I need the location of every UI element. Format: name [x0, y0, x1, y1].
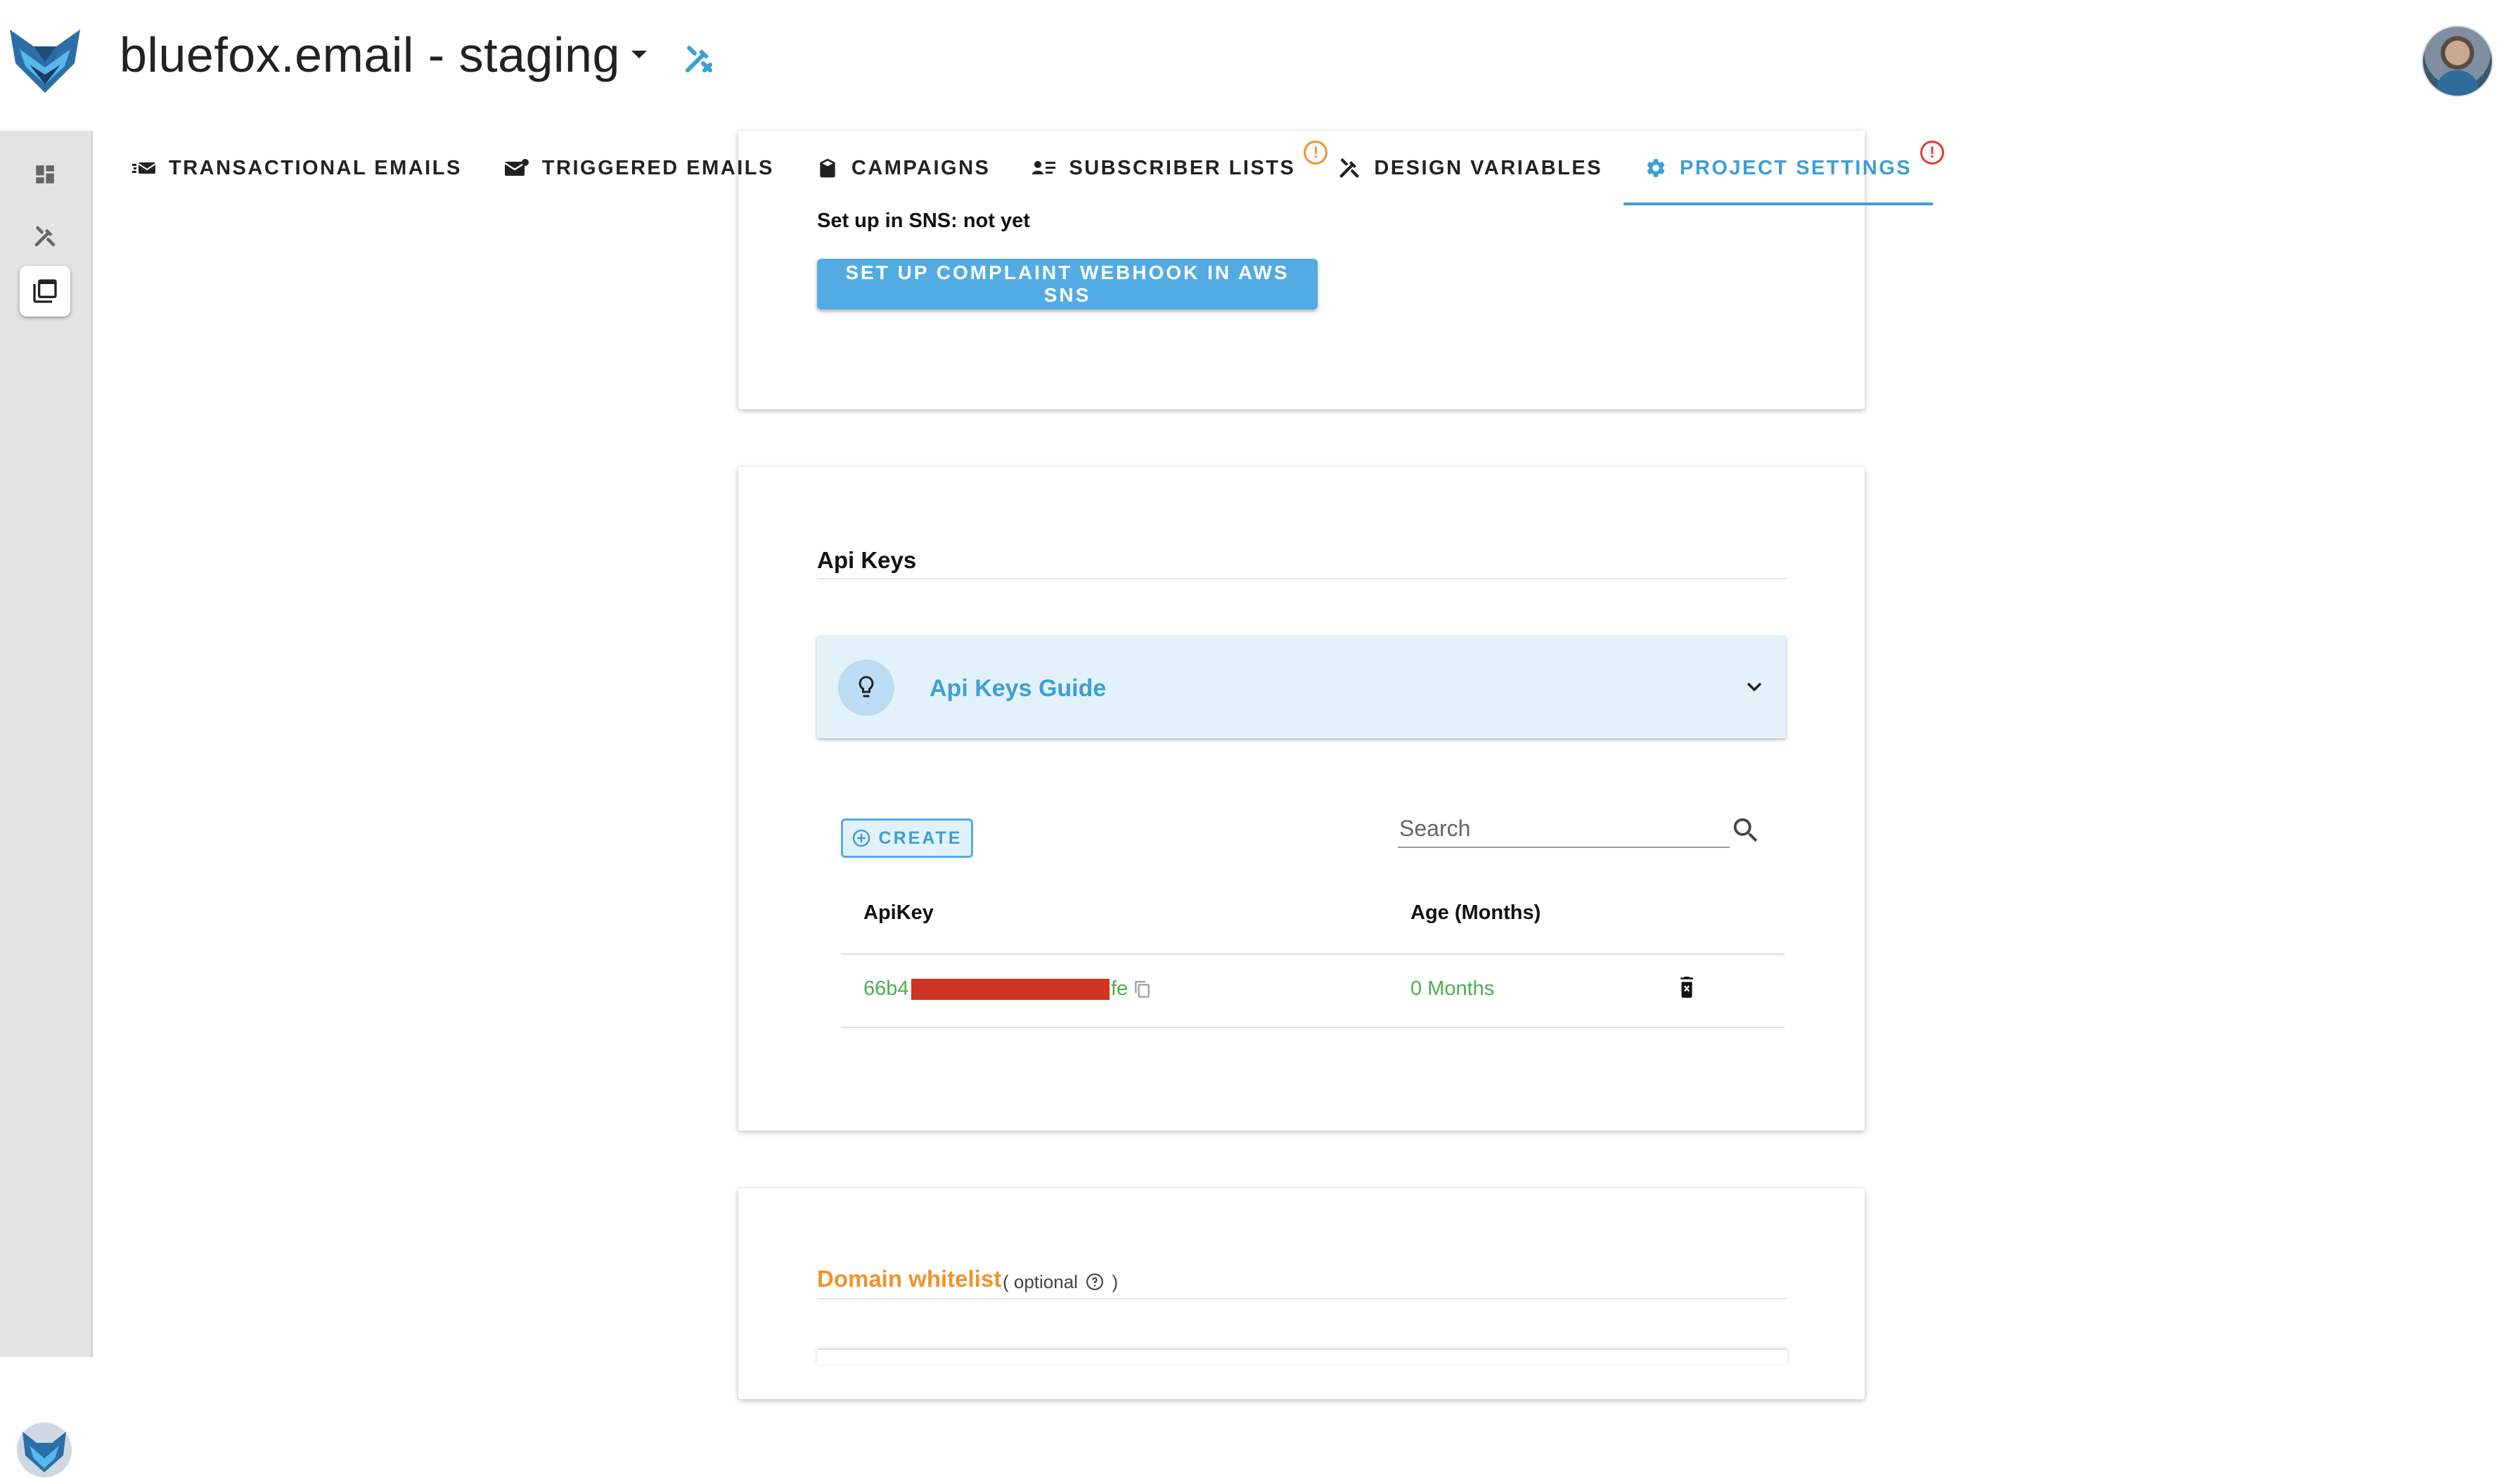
- api-key-suffix: fe: [1111, 977, 1129, 1000]
- sns-status-text: Set up in SNS: not yet: [817, 210, 1030, 232]
- tab-label: Subscriber Lists: [1069, 156, 1296, 179]
- app-header: bluefox.email - staging: [0, 0, 2520, 127]
- optional-hint-close: ): [1112, 1271, 1119, 1292]
- whitelist-panel-edge: [817, 1350, 1787, 1364]
- tab-label: Project Settings: [1680, 156, 1912, 179]
- tab-label: Design Variables: [1374, 156, 1603, 179]
- domain-whitelist-card: Domain whitelist ( optional ): [738, 1188, 1865, 1399]
- chevron-down-icon: [1747, 682, 1762, 692]
- project-settings-warning-icon: !: [1920, 141, 1945, 165]
- table-row-divider: [841, 1027, 1785, 1028]
- optional-hint: ( optional ): [1003, 1271, 1118, 1293]
- api-keys-card: Api Keys Api Keys Guide Create ApiKey Ag…: [738, 467, 1865, 1131]
- domain-whitelist-title: Domain whitelist: [817, 1266, 1002, 1292]
- sidebar-item-projects[interactable]: [20, 266, 70, 316]
- subscriber-list-icon: [1032, 161, 1056, 174]
- bluefox-logo-icon[interactable]: [14, 1422, 75, 1478]
- api-keys-guide-expander[interactable]: Api Keys Guide: [817, 636, 1786, 738]
- redacted-key-segment: [911, 979, 1110, 1000]
- dashboard-icon: [36, 165, 54, 184]
- sidebar: [0, 131, 93, 1477]
- transactional-email-icon: [132, 162, 156, 174]
- column-header-age[interactable]: Age (Months): [1410, 901, 1541, 925]
- sidebar-item-dashboard[interactable]: [20, 149, 70, 200]
- column-header-apikey[interactable]: ApiKey: [863, 901, 934, 925]
- tab-subscriber-lists[interactable]: Subscriber Lists !: [1011, 131, 1328, 205]
- tab-label: Campaigns: [851, 156, 991, 179]
- create-api-key-button[interactable]: Create: [841, 818, 973, 858]
- design-tools-icon: [1339, 158, 1359, 178]
- section-divider: [817, 578, 1787, 579]
- optional-hint-text: ( optional: [1003, 1271, 1078, 1292]
- project-dropdown-caret-icon[interactable]: [631, 51, 647, 58]
- project-tabs: Transactional Emails Triggered Emails Ca…: [111, 131, 1945, 205]
- project-folders-icon: [33, 279, 57, 303]
- lightbulb-icon: [838, 660, 894, 716]
- section-divider: [817, 1298, 1787, 1299]
- copy-icon[interactable]: [1133, 980, 1152, 1000]
- tab-campaigns[interactable]: Campaigns: [795, 131, 1012, 205]
- api-keys-title: Api Keys: [817, 547, 917, 573]
- create-label: Create: [878, 828, 963, 848]
- design-tools-icon: [34, 226, 56, 247]
- delete-icon[interactable]: [1676, 975, 1697, 1000]
- project-title: bluefox.email - staging: [120, 27, 620, 82]
- tab-transactional-emails[interactable]: Transactional Emails: [111, 131, 483, 205]
- tab-project-settings[interactable]: Project Settings !: [1624, 131, 1945, 205]
- campaign-icon: [820, 158, 835, 178]
- tab-label: Triggered Emails: [541, 156, 774, 179]
- api-keys-guide-label: Api Keys Guide: [930, 675, 1107, 702]
- bluefox-logo-icon[interactable]: [6, 25, 84, 96]
- api-key-age: 0 Months: [1410, 977, 1495, 1000]
- setup-complaint-webhook-button[interactable]: Set up complaint webhook in AWS SNS: [817, 259, 1318, 309]
- settings-gear-icon: [1647, 159, 1665, 177]
- tab-label: Transactional Emails: [169, 156, 462, 179]
- tab-design-variables[interactable]: Design Variables: [1316, 131, 1624, 205]
- api-key-prefix: 66b4: [863, 977, 909, 1000]
- user-avatar[interactable]: [2422, 25, 2493, 97]
- help-circle-icon[interactable]: [1086, 1273, 1104, 1291]
- triggered-email-icon: [504, 159, 529, 176]
- search-icon[interactable]: [1730, 814, 1762, 847]
- add-circle-icon: [852, 829, 870, 847]
- tab-triggered-emails[interactable]: Triggered Emails: [483, 131, 795, 205]
- api-key-search-input[interactable]: [1398, 810, 1730, 848]
- sidebar-item-design[interactable]: [20, 211, 70, 262]
- design-tools-icon[interactable]: [682, 42, 716, 76]
- table-header-divider: [841, 953, 1785, 955]
